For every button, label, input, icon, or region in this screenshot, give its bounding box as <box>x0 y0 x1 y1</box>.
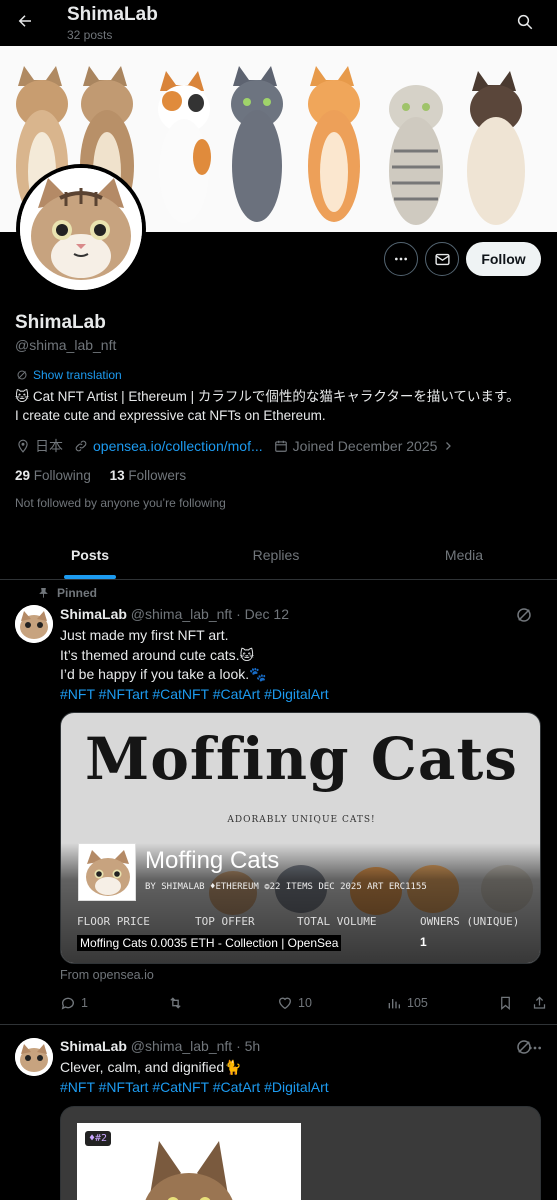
profile-bio: 🐱 Cat NFT Artist | Ethereum | カラフルで個性的な猫… <box>15 387 550 425</box>
media-badge: ♦#2 <box>85 1131 112 1146</box>
joined-label: Joined December 2025 <box>292 438 438 454</box>
bio-line-2: I create cute and expressive cat NFTs on… <box>15 408 326 423</box>
post-actions: 1 10 105 <box>60 995 546 1015</box>
post-line-1: Just made my first NFT art. <box>60 627 229 643</box>
profile-meta: 日本 opensea.io/collection/mof... Joined D… <box>16 436 465 456</box>
translate-icon <box>17 370 27 380</box>
avatar-cat-illustration <box>20 168 142 290</box>
post-header: ShimaLab @shima_lab_nft · Dec 12 <box>60 606 289 622</box>
pin-icon <box>39 587 48 598</box>
post-hashtags[interactable]: #NFT #NFTart #CatNFT #CatArt #DigitalArt <box>60 1078 540 1098</box>
active-tab-indicator <box>64 575 116 579</box>
more-options-button[interactable] <box>384 242 418 276</box>
profile-tabs: Posts Replies Media <box>0 530 557 580</box>
calendar-icon <box>274 440 287 452</box>
views-icon <box>388 999 400 1009</box>
tab-replies[interactable]: Replies <box>216 530 336 580</box>
post-hashtags[interactable]: #NFT #NFTart #CatNFT #CatArt #DigitalArt <box>60 685 540 705</box>
post-text: Just made my first NFT art. It’s themed … <box>60 626 540 704</box>
card-collection-name: Moffing Cats <box>145 847 280 874</box>
link-icon <box>75 440 87 452</box>
back-arrow-icon[interactable] <box>10 6 40 36</box>
website[interactable]: opensea.io/collection/mof... <box>74 438 263 454</box>
reply-button[interactable]: 1 <box>60 995 88 1011</box>
post-line-2: It’s themed around cute cats.🐱 <box>60 646 255 663</box>
reply-icon <box>61 997 74 1010</box>
tab-posts[interactable]: Posts <box>30 530 150 580</box>
post-line-3: I’d be happy if you take a look.🐾 <box>60 666 267 682</box>
profile-avatar[interactable] <box>16 164 146 294</box>
post-divider <box>0 1024 557 1025</box>
show-translation-link[interactable]: Show translation <box>16 368 122 382</box>
bookmark-button[interactable] <box>498 995 513 1011</box>
header-title: ShimaLab <box>67 4 158 25</box>
card-meta-line: BY SHIMALAB ♦ETHEREUM ❂22 ITEMS DEC 2025… <box>145 882 427 892</box>
share-button[interactable] <box>532 995 547 1011</box>
repost-icon <box>170 997 181 1009</box>
like-button[interactable]: 10 <box>277 995 312 1011</box>
following-link[interactable]: 29 Following <box>15 468 91 483</box>
post-time[interactable]: · Dec 12 <box>236 606 289 622</box>
joined[interactable]: Joined December 2025 <box>274 438 455 454</box>
location-pin-icon <box>18 439 28 453</box>
like-count: 10 <box>298 996 312 1010</box>
view-count: 105 <box>407 996 428 1010</box>
card-stat-offer: TOP OFFER <box>195 915 255 928</box>
show-translation-label: Show translation <box>33 368 122 382</box>
message-button[interactable] <box>425 242 459 276</box>
post-author-name[interactable]: ShimaLab <box>60 606 127 622</box>
card-owners-value: 1 <box>420 935 427 949</box>
profile-handle: @shima_lab_nft <box>15 337 117 353</box>
follow-counts: 29 Following 13 Followers <box>15 468 186 483</box>
post-more-icon[interactable] <box>525 1038 545 1058</box>
tab-media[interactable]: Media <box>404 530 524 580</box>
media-image: ♦#2 <box>77 1123 301 1200</box>
bookmark-icon <box>501 996 510 1010</box>
post-author-handle[interactable]: @shima_lab_nft <box>131 1038 232 1054</box>
more-icon <box>395 257 407 261</box>
followers-link[interactable]: 13 Followers <box>110 468 187 483</box>
post-author-handle[interactable]: @shima_lab_nft <box>131 606 232 622</box>
card-stat-owners: OWNERS (UNIQUE) <box>420 915 520 928</box>
grok-icon[interactable] <box>515 606 535 626</box>
repost-button[interactable] <box>167 995 184 1011</box>
heart-icon <box>278 997 292 1010</box>
location-label: 日本 <box>35 438 63 454</box>
views-button[interactable]: 105 <box>386 995 428 1011</box>
post-avatar[interactable] <box>15 1038 53 1076</box>
post-line-1: Clever, calm, and dignified🐈 <box>60 1059 242 1075</box>
search-icon[interactable] <box>511 8 539 36</box>
pinned-label: Pinned <box>57 586 98 600</box>
profile-name: ShimaLab <box>15 312 106 333</box>
post-time[interactable]: · 5h <box>236 1038 260 1054</box>
post-header: ShimaLab @shima_lab_nft · 5h <box>60 1038 260 1054</box>
location: 日本 <box>16 436 63 456</box>
header-post-count: 32 posts <box>67 28 113 42</box>
share-icon <box>533 996 546 1009</box>
post-avatar[interactable] <box>15 605 53 643</box>
followers-count: 13 <box>109 468 125 483</box>
envelope-icon <box>434 253 450 265</box>
post-text: Clever, calm, and dignified🐈 #NFT #NFTar… <box>60 1058 540 1097</box>
link-preview-card[interactable]: Moffing Cats ADORABLY UNIQUE CATS! Moffi… <box>60 712 541 964</box>
not-followed-note: Not followed by anyone you’re following <box>15 496 226 510</box>
followers-label: Followers <box>128 468 187 483</box>
bio-line-1: 🐱 Cat NFT Artist | Ethereum | カラフルで個性的な猫… <box>15 389 520 404</box>
card-thumbnail <box>78 843 136 901</box>
follow-button[interactable]: Follow <box>466 242 541 276</box>
card-stat-volume: TOTAL VOLUME <box>297 915 377 928</box>
chevron-right-icon <box>446 442 452 450</box>
post-author-name[interactable]: ShimaLab <box>60 1038 127 1054</box>
pinned-indicator: Pinned <box>38 586 97 600</box>
top-bar: ShimaLab 32 posts <box>0 0 557 46</box>
following-count: 29 <box>15 468 31 483</box>
following-label: Following <box>33 468 91 483</box>
reply-count: 1 <box>81 996 88 1010</box>
card-stat-floor: FLOOR PRICE <box>77 915 150 928</box>
post-media[interactable]: ♦#2 <box>60 1106 541 1200</box>
website-link[interactable]: opensea.io/collection/mof... <box>93 438 263 454</box>
card-source[interactable]: From opensea.io <box>60 968 154 982</box>
card-caption: Moffing Cats 0.0035 ETH - Collection | O… <box>77 935 342 951</box>
